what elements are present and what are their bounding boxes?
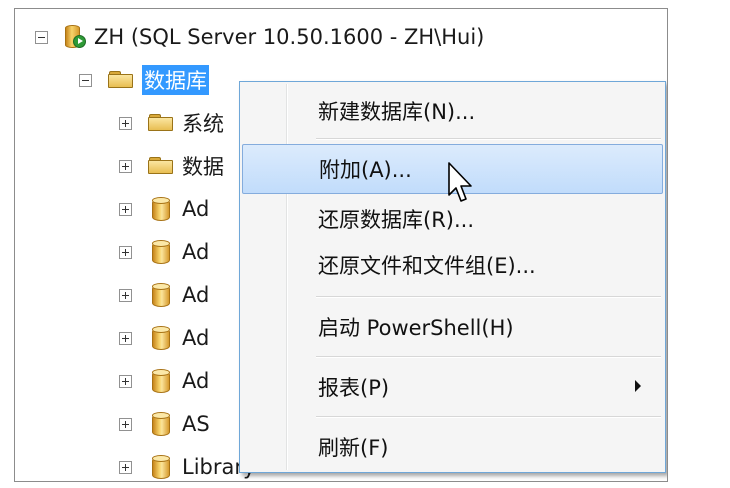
- folder-icon: [108, 71, 134, 89]
- menu-item-label: 报表(P): [318, 376, 390, 400]
- tree-node-child[interactable]: 数据: [119, 148, 224, 184]
- database-icon: [152, 368, 170, 394]
- menu-separator: [316, 138, 661, 140]
- menu-item-reports[interactable]: 报表(P): [242, 362, 663, 412]
- tree-node-label: Ad: [182, 197, 210, 221]
- menu-item-new-database[interactable]: 新建数据库(N)...: [242, 86, 663, 136]
- expand-icon[interactable]: [119, 417, 132, 431]
- menu-item-label: 新建数据库(N)...: [318, 100, 476, 124]
- tree-node-databases[interactable]: 数据库: [79, 62, 209, 98]
- expand-icon[interactable]: [119, 460, 132, 474]
- tree-node-label: Ad: [182, 369, 210, 393]
- expand-icon[interactable]: [119, 374, 132, 388]
- tree-node-child[interactable]: AS: [119, 406, 210, 442]
- server-label: ZH (SQL Server 10.50.1600 - ZH\Hui): [94, 25, 485, 49]
- tree-node-server[interactable]: ZH (SQL Server 10.50.1600 - ZH\Hui): [35, 19, 484, 55]
- menu-item-restore-files[interactable]: 还原文件和文件组(E)...: [242, 240, 663, 290]
- menu-item-refresh[interactable]: 刷新(F): [242, 422, 663, 472]
- tree-node-label: Ad: [182, 326, 210, 350]
- database-icon: [152, 282, 170, 308]
- collapse-icon[interactable]: [35, 30, 48, 44]
- tree-node-child[interactable]: Ad: [119, 277, 209, 313]
- expand-icon[interactable]: [119, 116, 132, 130]
- database-icon: [152, 196, 170, 222]
- folder-icon: [148, 114, 174, 132]
- context-menu: 新建数据库(N)... 附加(A)... 还原数据库(R)... 还原文件和文件…: [239, 81, 666, 473]
- collapse-icon[interactable]: [79, 73, 92, 87]
- tree-node-child[interactable]: Ad: [119, 191, 209, 227]
- tree-node-label: AS: [182, 412, 210, 436]
- tree-node-child[interactable]: 系统: [119, 105, 224, 141]
- tree-node-child[interactable]: Ad: [119, 234, 209, 270]
- databases-label: 数据库: [142, 65, 209, 95]
- expand-icon[interactable]: [119, 159, 132, 173]
- tree-node-child[interactable]: Ad: [119, 320, 209, 356]
- menu-separator: [316, 356, 661, 358]
- folder-icon: [148, 157, 174, 175]
- menu-item-start-powershell[interactable]: 启动 PowerShell(H): [242, 302, 663, 352]
- menu-item-label: 还原文件和文件组(E)...: [318, 254, 536, 278]
- submenu-arrow-icon: [635, 380, 641, 392]
- expand-icon[interactable]: [119, 288, 132, 302]
- tree-node-label: 数据: [182, 155, 224, 179]
- database-icon: [152, 239, 170, 265]
- menu-separator: [316, 416, 661, 418]
- menu-item-label: 刷新(F): [318, 436, 389, 460]
- menu-item-label: 启动 PowerShell(H): [318, 316, 514, 340]
- object-explorer-panel: ZH (SQL Server 10.50.1600 - ZH\Hui) 数据库 …: [14, 8, 668, 482]
- menu-item-label: 附加(A)...: [319, 158, 412, 182]
- expand-icon[interactable]: [119, 245, 132, 259]
- menu-separator: [316, 296, 661, 298]
- database-icon: [152, 325, 170, 351]
- tree-node-label: Ad: [182, 283, 210, 307]
- tree-node-child[interactable]: Ad: [119, 363, 209, 399]
- tree-node-label: 系统: [182, 112, 224, 136]
- database-icon: [152, 454, 170, 480]
- menu-item-label: 还原数据库(R)...: [318, 208, 475, 232]
- sql-server-icon: [64, 23, 86, 51]
- expand-icon[interactable]: [119, 331, 132, 345]
- tree-node-label: Ad: [182, 240, 210, 264]
- mouse-pointer-icon: [448, 162, 472, 202]
- tree-node-child[interactable]: Library: [119, 449, 255, 481]
- expand-icon[interactable]: [119, 202, 132, 216]
- database-icon: [152, 411, 170, 437]
